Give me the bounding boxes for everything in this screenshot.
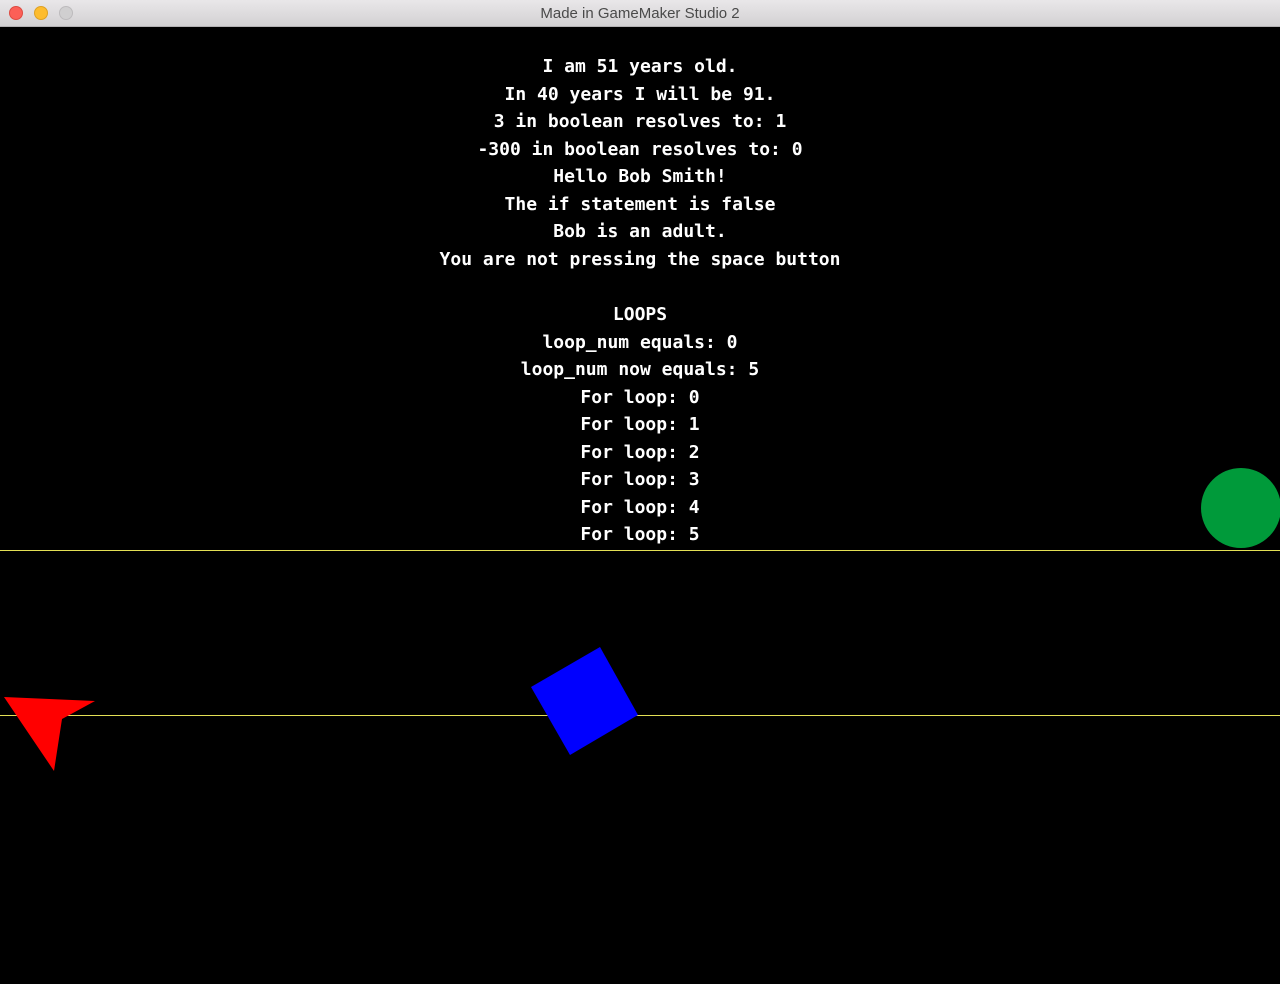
title-bar: Made in GameMaker Studio 2 [0, 0, 1280, 27]
green-ball-sprite [1201, 468, 1280, 548]
game-canvas[interactable]: I am 51 years old. In 40 years I will be… [0, 27, 1280, 984]
blue-square-sprite [531, 647, 638, 755]
red-arrow-sprite [4, 697, 95, 771]
game-window: Made in GameMaker Studio 2 I am 51 years… [0, 0, 1280, 984]
window-title: Made in GameMaker Studio 2 [540, 5, 740, 22]
sprite-layer [4, 468, 1280, 771]
